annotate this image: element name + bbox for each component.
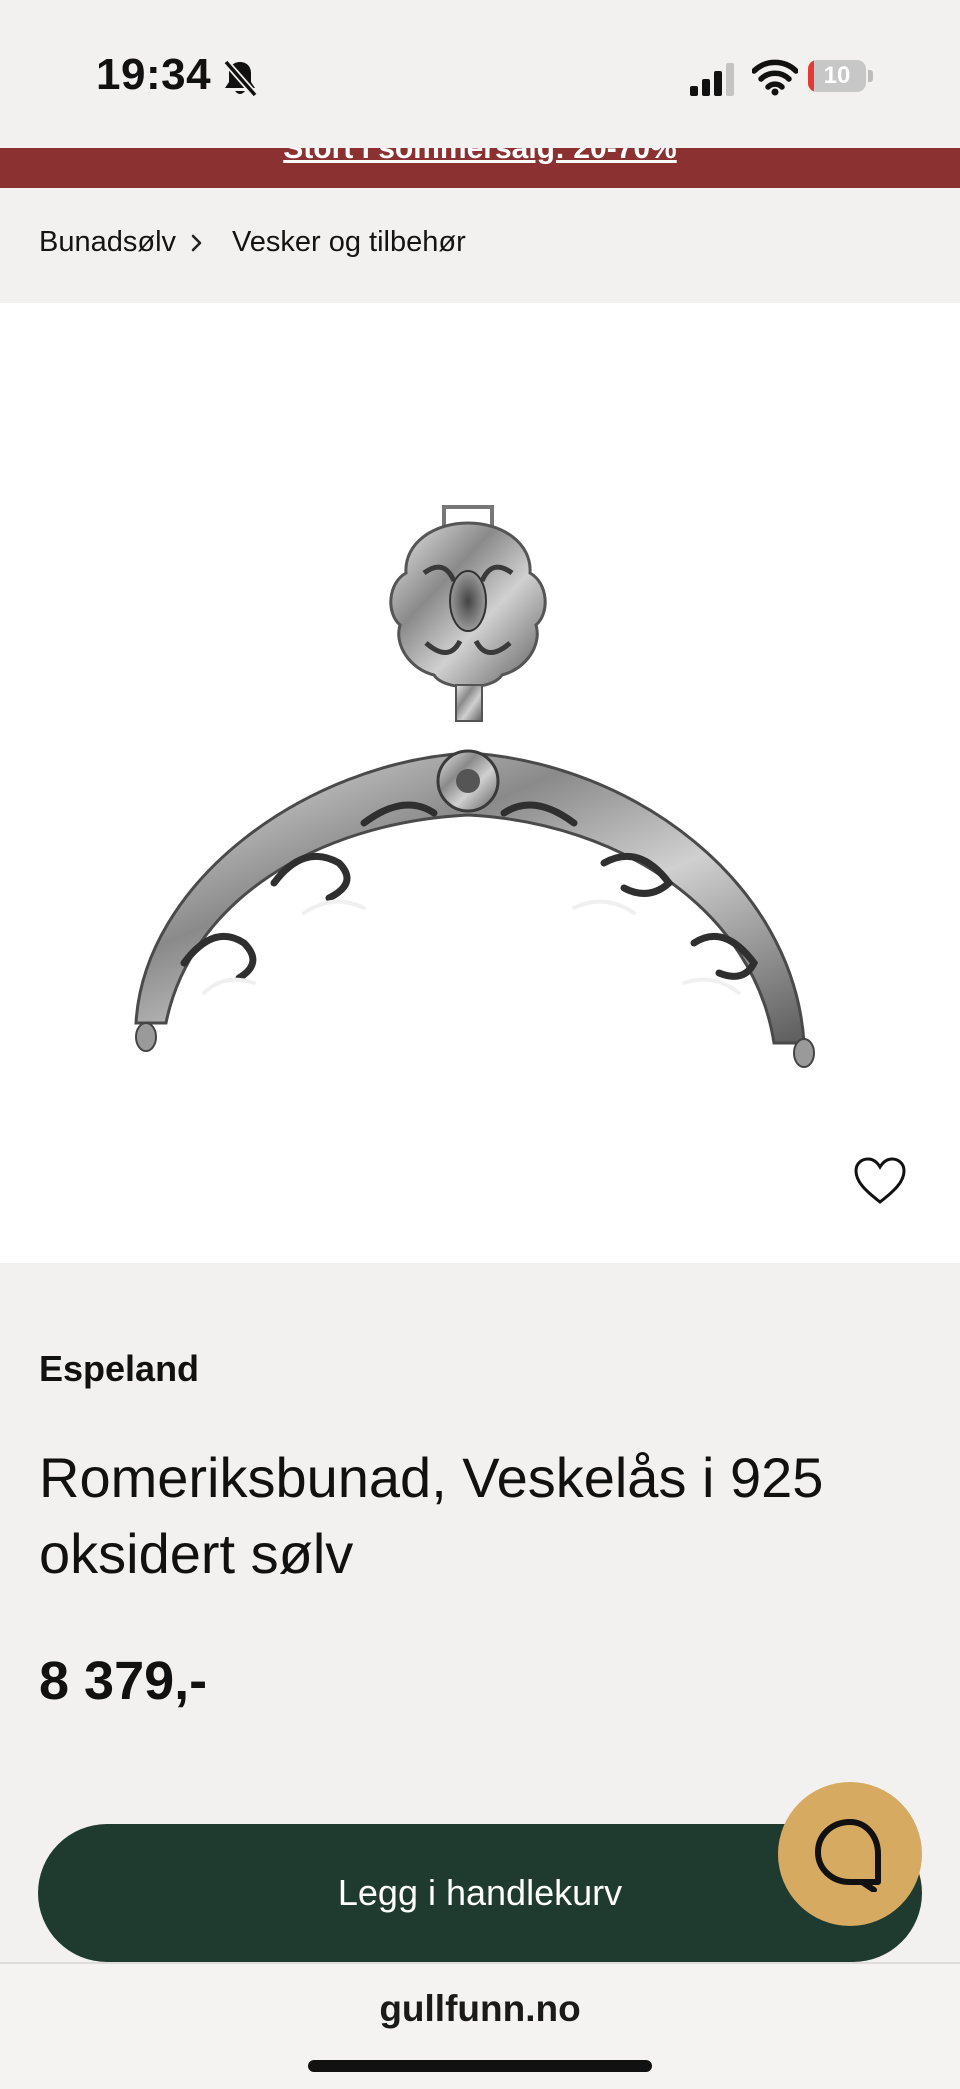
status-time: 19:34 — [96, 50, 212, 99]
wifi-icon — [752, 59, 798, 96]
silver-purse-clasp-image — [104, 463, 856, 1103]
chat-bubble-icon — [815, 1819, 881, 1892]
breadcrumb: Bunadsølv Vesker og tilbehør — [0, 188, 960, 303]
battery-icon: 10 — [808, 60, 874, 94]
bell-slash-icon — [223, 59, 258, 98]
home-indicator[interactable] — [308, 2060, 652, 2072]
product-gallery[interactable] — [0, 303, 960, 1263]
heart-outline-icon[interactable] — [852, 1155, 908, 1207]
cellular-signal-icon — [690, 63, 734, 96]
product-brand[interactable]: Espeland — [39, 1348, 199, 1390]
product-title: Romeriksbunad, Veskelås i 925 oksidert s… — [39, 1446, 824, 1585]
breadcrumb-item-vesker[interactable]: Vesker og tilbehør — [232, 226, 466, 259]
breadcrumb-item-bunadsolv[interactable]: Bunadsølv — [39, 226, 176, 259]
promo-banner-link[interactable]: Stort i sommersalg: 20-70% — [0, 148, 960, 166]
product-price: 8 379,- — [39, 1651, 208, 1711]
browser-bottom-bar: gullfunn.no — [0, 1962, 960, 2089]
status-bar: 19:34 10 — [0, 0, 960, 148]
battery-level: 10 — [823, 62, 851, 89]
promo-banner[interactable]: Stort i sommersalg: 20-70% — [0, 148, 960, 188]
chevron-right-icon — [191, 234, 202, 252]
url-bar[interactable]: gullfunn.no — [0, 1988, 960, 2030]
chat-button[interactable] — [778, 1782, 922, 1926]
